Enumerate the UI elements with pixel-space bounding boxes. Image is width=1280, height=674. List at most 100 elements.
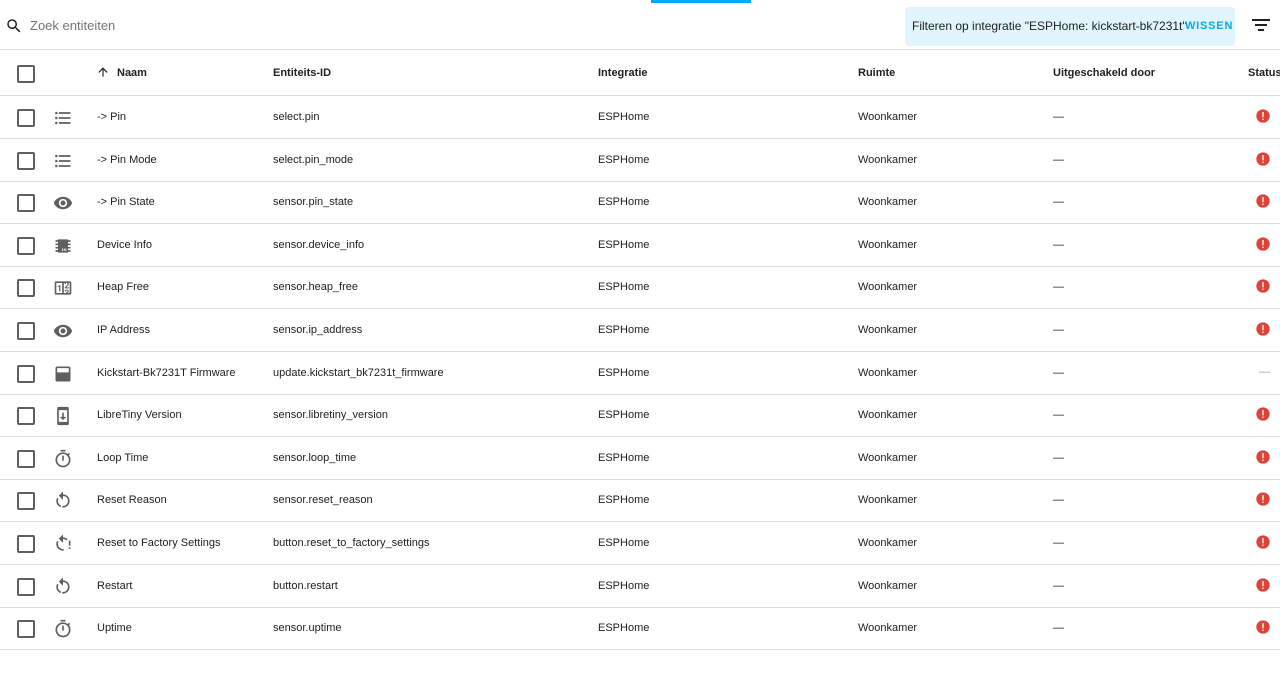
entity-integration: ESPHome — [598, 622, 650, 635]
entity-integration: ESPHome — [598, 409, 650, 422]
eye-icon — [53, 324, 73, 338]
row-checkbox[interactable] — [17, 151, 35, 170]
row-checkbox[interactable] — [17, 407, 35, 426]
entity-area: Woonkamer — [858, 196, 918, 209]
column-header-area[interactable]: Ruimte — [858, 67, 895, 79]
table-row[interactable]: Loop Time sensor.loop_time ESPHome Woonkame… — [0, 437, 1280, 480]
table-row[interactable]: -> Pin State sensor.pin_state ESPHome Woonk… — [0, 181, 1280, 225]
alert-circle-icon — [1256, 407, 1270, 421]
table-row[interactable]: LibreTiny Version sensor.libretiny_versio… — [0, 394, 1280, 438]
alert-circle-icon — [1256, 194, 1270, 208]
row-checkbox[interactable] — [17, 577, 35, 596]
filter-text: Filteren op integratie "ESPHome: kicksta… — [912, 19, 1187, 33]
entity-area: Woonkamer — [858, 622, 918, 635]
entity-id: sensor.ip_address — [273, 324, 363, 336]
alert-circle-icon — [1256, 322, 1270, 336]
entity-integration: ESPHome — [598, 196, 650, 209]
format-list-icon — [55, 154, 71, 167]
table-row[interactable]: IP Address sensor.ip_address ESPHome Woonka… — [0, 309, 1280, 352]
table-header: Naam Entiteits-ID Integratie Ruimte Uitg… — [0, 50, 1280, 96]
entity-area: Woonkamer — [858, 153, 918, 166]
row-checkbox[interactable] — [17, 236, 35, 255]
entity-name: Reset to Factory Settings — [97, 537, 221, 549]
entity-name: Uptime — [97, 622, 132, 635]
table-row[interactable]: Restart button.restart ESPHome Woonkamer — — [0, 565, 1280, 608]
eye-icon — [53, 196, 73, 210]
entity-integration: ESPHome — [598, 494, 650, 507]
entity-area: Woonkamer — [858, 494, 918, 507]
column-header-integration[interactable]: Integratie — [598, 67, 648, 79]
clear-filter-button[interactable]: WISSEN — [1185, 20, 1233, 32]
entity-disabled-by: — — [1053, 153, 1064, 166]
row-checkbox[interactable] — [17, 322, 35, 340]
chip-icon — [55, 239, 71, 253]
search-icon — [7, 19, 21, 33]
entity-id: select.pin_mode — [273, 153, 354, 166]
alert-circle-icon — [1256, 237, 1270, 251]
entity-name: IP Address — [97, 324, 150, 336]
entity-integration: ESPHome — [598, 153, 650, 166]
entity-integration: ESPHome — [598, 451, 650, 464]
filter-variant-icon[interactable] — [1252, 18, 1270, 32]
entity-name: Restart — [97, 579, 133, 592]
search-toolbar: Filteren op integratie "ESPHome: kicksta… — [0, 0, 1280, 50]
table-row[interactable]: Uptime sensor.uptime ESPHome Woonkamer — — [0, 607, 1280, 651]
row-checkbox[interactable] — [17, 364, 35, 383]
row-checkbox[interactable] — [17, 279, 35, 298]
entity-disabled-by: — — [1053, 622, 1064, 635]
counter-icon — [54, 281, 72, 296]
row-checkbox[interactable] — [17, 109, 35, 127]
row-checkbox[interactable] — [17, 449, 35, 468]
entity-area: Woonkamer — [858, 451, 918, 464]
table-row[interactable]: -> Pin Mode select.pin_mode ESPHome Woonkam… — [0, 139, 1280, 182]
restart-icon — [56, 577, 70, 594]
entity-id: button.reset_to_factory_settings — [273, 537, 430, 549]
entity-integration: ESPHome — [598, 281, 650, 294]
arrow-up-icon[interactable] — [96, 65, 110, 79]
column-header-entity-id[interactable]: Entiteits-ID — [273, 67, 331, 79]
search-input[interactable] — [30, 14, 430, 36]
row-checkbox[interactable] — [17, 492, 35, 511]
entity-id: sensor.libretiny_version — [273, 409, 388, 422]
entity-integration: ESPHome — [598, 579, 650, 592]
table-row[interactable]: Kickstart-Bk7231T Firmware update.kicksta… — [0, 352, 1280, 395]
entity-disabled-by: — — [1053, 366, 1064, 379]
entity-disabled-by: — — [1053, 111, 1064, 123]
row-checkbox[interactable] — [17, 194, 35, 213]
column-header-disabled-by[interactable]: Uitgeschakeld door — [1053, 67, 1155, 79]
entity-area: Woonkamer — [858, 238, 918, 251]
entity-disabled-by: — — [1053, 537, 1064, 549]
package-icon — [55, 366, 71, 382]
row-checkbox[interactable] — [17, 535, 35, 553]
table-row[interactable]: -> Pin select.pin ESPHome Woonkamer — — [0, 96, 1280, 139]
column-header-status[interactable]: Status — [1248, 67, 1280, 79]
entity-disabled-by: — — [1053, 324, 1064, 336]
timer-icon — [55, 620, 71, 638]
entity-name: -> Pin Mode — [97, 153, 157, 166]
row-checkbox[interactable] — [17, 620, 35, 639]
alert-circle-icon — [1256, 620, 1270, 634]
entity-integration: ESPHome — [598, 111, 650, 123]
entity-integration: ESPHome — [598, 238, 650, 251]
entity-disabled-by: — — [1053, 409, 1064, 422]
entity-id: update.kickstart_bk7231t_firmware — [273, 366, 444, 379]
alert-circle-icon — [1256, 577, 1270, 592]
select-all-checkbox[interactable] — [17, 65, 35, 83]
entity-integration: ESPHome — [598, 366, 650, 379]
entity-id: sensor.device_info — [273, 238, 365, 251]
entity-id: sensor.reset_reason — [273, 494, 373, 507]
table-row[interactable]: Reset to Factory Settings button.reset_to… — [0, 522, 1280, 565]
table-row[interactable]: Reset Reason sensor.reset_reason ESPHome Wo… — [0, 479, 1280, 523]
entity-status: — — [1259, 365, 1270, 378]
alert-circle-icon — [1256, 535, 1270, 549]
entity-id: sensor.pin_state — [273, 196, 354, 209]
entity-disabled-by: — — [1053, 196, 1064, 209]
cellphone-arrow-down-icon — [57, 407, 69, 426]
format-list-icon — [55, 111, 71, 125]
column-header-name[interactable]: Naam — [117, 67, 147, 79]
alert-circle-icon — [1256, 151, 1270, 166]
table-row[interactable]: Device Info sensor.device_info ESPHome Woon… — [0, 224, 1280, 267]
entity-id: sensor.heap_free — [273, 281, 359, 294]
entity-disabled-by: — — [1053, 451, 1064, 464]
table-row[interactable]: Heap Free sensor.heap_free ESPHome Woonkame… — [0, 266, 1280, 310]
